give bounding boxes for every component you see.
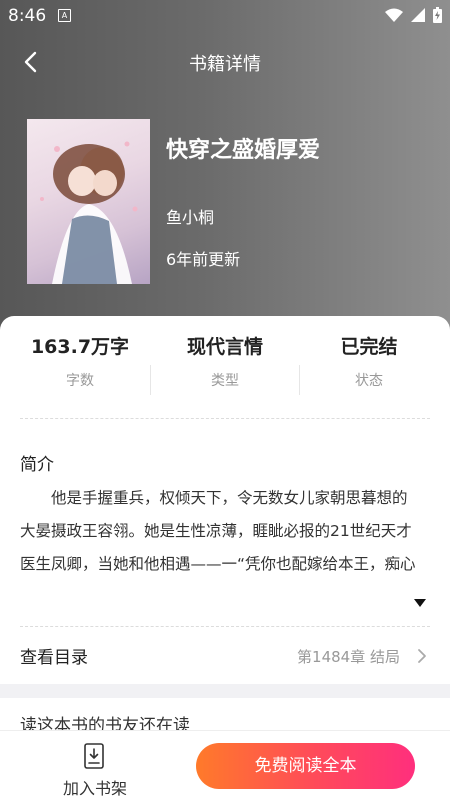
- latest-chapter: 第1484章 结局: [297, 648, 400, 666]
- book-updated: 6年前更新: [166, 250, 241, 269]
- nav-bar: 书籍详情: [0, 38, 450, 86]
- read-free-button[interactable]: 免费阅读全本: [196, 743, 415, 789]
- intro-heading: 简介: [20, 455, 54, 475]
- expand-arrow-icon[interactable]: [413, 598, 427, 608]
- detail-card: 163.7万字 字数 现代言情 类型 已完结 状态 简介 他是手握重兵，权倾天下…: [0, 316, 450, 746]
- catalog-label: 查看目录: [20, 648, 88, 668]
- stat-word-count: 163.7万字 字数: [5, 332, 155, 390]
- battery-icon: [433, 7, 442, 23]
- stat-value: 现代言情: [186, 336, 263, 358]
- stat-label: 状态: [355, 373, 383, 389]
- status-bar: 8:46 A: [0, 0, 450, 32]
- status-icons: [385, 7, 442, 23]
- stats-row: 163.7万字 字数 现代言情 类型 已完结 状态: [0, 332, 450, 402]
- wifi-icon: [385, 8, 403, 22]
- status-time: 8:46: [8, 6, 47, 26]
- signal-icon: [411, 8, 425, 22]
- stat-value: 163.7万字: [30, 336, 130, 358]
- bookshelf-icon: [84, 743, 104, 769]
- cover-illustration: [40, 141, 138, 284]
- add-to-shelf-button[interactable]: 加入书架: [40, 731, 150, 801]
- divider: [20, 418, 430, 419]
- stat-status: 已完结 状态: [294, 332, 444, 390]
- shelf-label: 加入书架: [62, 779, 127, 798]
- catalog-row[interactable]: 查看目录 第1484章 结局: [0, 628, 450, 684]
- book-cover[interactable]: [27, 119, 150, 284]
- bottom-bar: 加入书架 免费阅读全本: [0, 730, 450, 801]
- chevron-right-icon: [418, 649, 426, 663]
- stat-label: 字数: [66, 373, 94, 389]
- page-title: 书籍详情: [189, 54, 261, 75]
- section-separator: [0, 684, 450, 698]
- intro-text: 他是手握重兵，权倾天下，令无数女儿家朝思暮想的大晏摄政王容翎。她是生性凉薄，睚眦…: [20, 489, 416, 573]
- divider: [20, 626, 430, 627]
- stat-genre: 现代言情 类型: [150, 332, 300, 390]
- book-author[interactable]: 鱼小桐: [166, 204, 214, 228]
- stat-label: 类型: [211, 373, 239, 389]
- notification-icon: A: [58, 9, 71, 22]
- book-title: 快穿之盛婚厚爱: [166, 138, 321, 163]
- stat-value: 已完结: [340, 336, 398, 358]
